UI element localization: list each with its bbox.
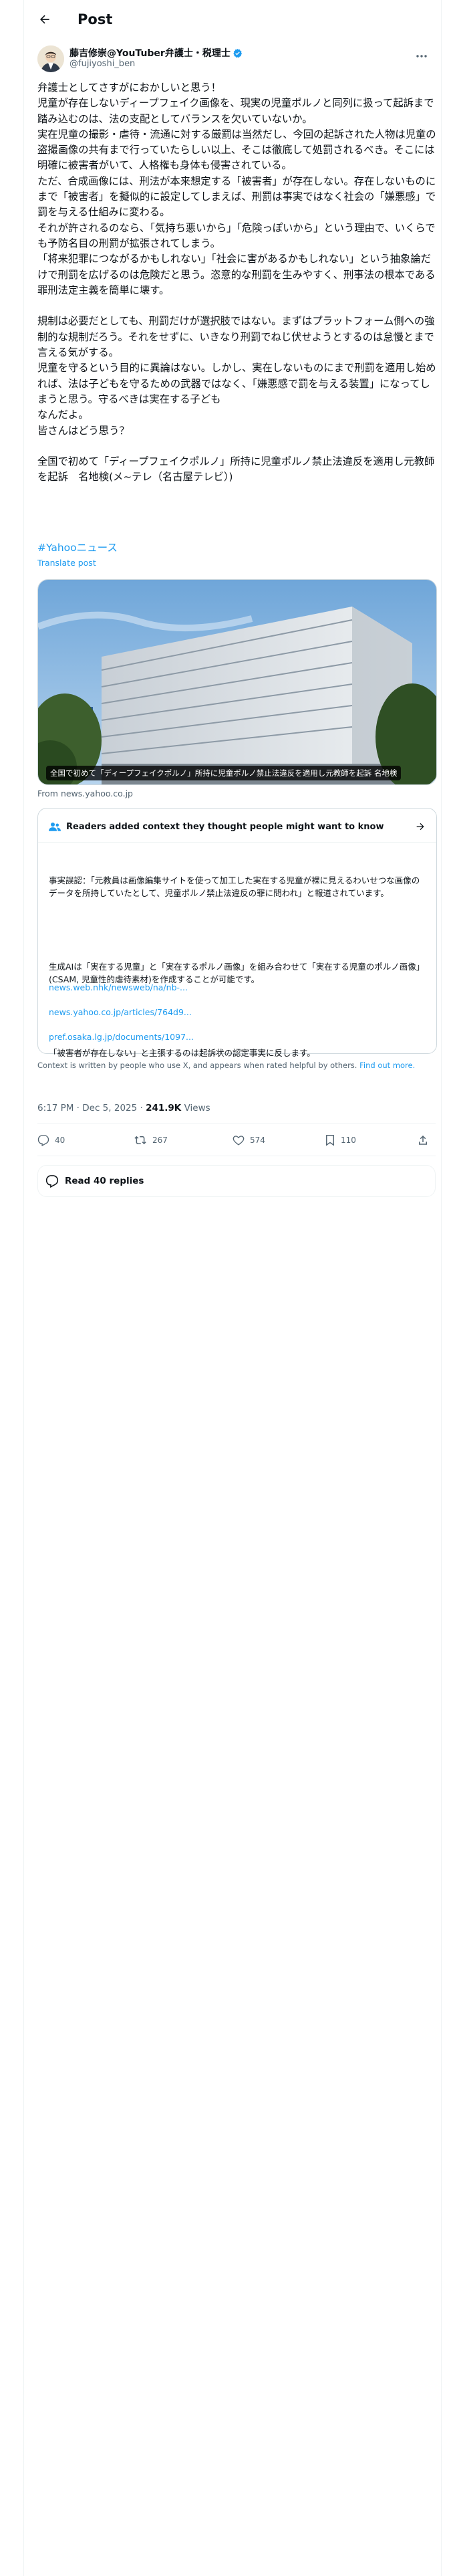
hashtag-link[interactable]: #Yahooニュース bbox=[37, 540, 118, 554]
author-name-text: 藤吉修崇@YouTuber弁護士・税理士 bbox=[69, 48, 231, 59]
reply-count: 40 bbox=[55, 1136, 65, 1145]
note-source-link[interactable]: pref.osaka.lg.jp/documents/1097... bbox=[49, 1032, 194, 1042]
like-count: 574 bbox=[250, 1136, 265, 1145]
avatar[interactable] bbox=[37, 45, 64, 72]
verified-badge-icon bbox=[233, 48, 242, 58]
read-replies-button[interactable]: Read 40 replies bbox=[37, 1165, 436, 1197]
community-note-footer: Context is written by people who use X, … bbox=[37, 1060, 436, 1071]
more-options-button[interactable] bbox=[413, 49, 430, 63]
community-note-header[interactable]: Readers added context they thought peopl… bbox=[49, 819, 426, 834]
note-source-link[interactable]: news.web.nhk/newsweb/na/nb-... bbox=[49, 982, 188, 992]
repost-count: 267 bbox=[152, 1136, 168, 1145]
post-actions: 40 267 574 110 bbox=[37, 1128, 436, 1154]
note-paragraph: 事実誤認：「元教員は画像編集サイトを使って加工した実在する児童が裸に見えるわいせ… bbox=[49, 875, 420, 898]
author-name[interactable]: 藤吉修崇@YouTuber弁護士・税理士 bbox=[69, 46, 243, 60]
arrow-left-icon bbox=[40, 15, 49, 24]
right-column-border bbox=[441, 0, 442, 2576]
back-button[interactable] bbox=[33, 8, 56, 31]
community-note: Readers added context they thought peopl… bbox=[37, 808, 437, 1058]
post-author: 藤吉修崇@YouTuber弁護士・税理士 @fujiyoshi_ben bbox=[37, 44, 438, 75]
people-icon bbox=[49, 823, 61, 831]
link-preview-card[interactable]: 全国で初めて「ディープフェイクポルノ」所持に児童ポルノ禁止法違反を適用し元教師を… bbox=[37, 579, 437, 785]
link-card-caption: 全国で初めて「ディープフェイクポルノ」所持に児童ポルノ禁止法違反を適用し元教師を… bbox=[46, 766, 402, 780]
divider bbox=[37, 1123, 436, 1124]
left-column-border bbox=[23, 0, 24, 2576]
reply-bubble-icon bbox=[45, 1175, 59, 1188]
find-out-more-link[interactable]: Find out more. bbox=[359, 1061, 415, 1070]
reply-icon bbox=[37, 1135, 49, 1146]
note-source-link[interactable]: news.yahoo.co.jp/articles/764d9... bbox=[49, 1007, 192, 1017]
news-image bbox=[38, 580, 436, 784]
divider bbox=[38, 842, 436, 843]
views-count: 241.9K bbox=[146, 1103, 182, 1113]
like-button[interactable]: 574 bbox=[233, 1134, 265, 1146]
bookmark-icon bbox=[326, 1135, 334, 1146]
bookmark-button[interactable]: 110 bbox=[325, 1134, 356, 1146]
post-page: Post 藤吉修崇@YouTuber弁護士・税理士 @fujiyoshi_ben bbox=[0, 0, 451, 2576]
top-bar: Post bbox=[24, 0, 441, 39]
post-timestamp[interactable]: 6:17 PM · Dec 5, 2025 bbox=[37, 1103, 137, 1113]
repost-button[interactable]: 267 bbox=[134, 1134, 168, 1146]
share-icon bbox=[419, 1135, 427, 1145]
community-note-title: Readers added context they thought peopl… bbox=[66, 821, 384, 832]
views-label: Views bbox=[184, 1103, 210, 1113]
heart-icon bbox=[233, 1136, 245, 1146]
translate-post-link[interactable]: Translate post bbox=[37, 558, 96, 568]
note-footer-text: Context is written by people who use X, … bbox=[37, 1061, 357, 1070]
read-replies-label: Read 40 replies bbox=[65, 1176, 144, 1186]
arrow-right-icon[interactable] bbox=[415, 821, 426, 832]
share-button[interactable] bbox=[417, 1134, 434, 1146]
link-source[interactable]: From news.yahoo.co.jp bbox=[37, 788, 133, 798]
more-horizontal-icon bbox=[416, 55, 427, 58]
reply-button[interactable]: 40 bbox=[37, 1134, 65, 1146]
page-title: Post bbox=[78, 11, 113, 27]
repost-icon bbox=[134, 1136, 146, 1145]
author-handle[interactable]: @fujiyoshi_ben bbox=[69, 59, 135, 69]
bookmark-count: 110 bbox=[341, 1136, 356, 1145]
post-meta: 6:17 PM · Dec 5, 2025 · 241.9K Views bbox=[37, 1103, 210, 1113]
community-note-body: 事実誤認：「元教員は画像編集サイトを使って加工した実在する児童が裸に見えるわいせ… bbox=[49, 850, 427, 1085]
note-paragraph: 「被害者が存在しない」と主張するのは起訴状の認定事実に反します。 bbox=[49, 1048, 315, 1058]
post-text: 弁護士としてさすがにおかしいと思う！ 児童が存在しないディープフェイク画像を、現… bbox=[37, 82, 436, 484]
